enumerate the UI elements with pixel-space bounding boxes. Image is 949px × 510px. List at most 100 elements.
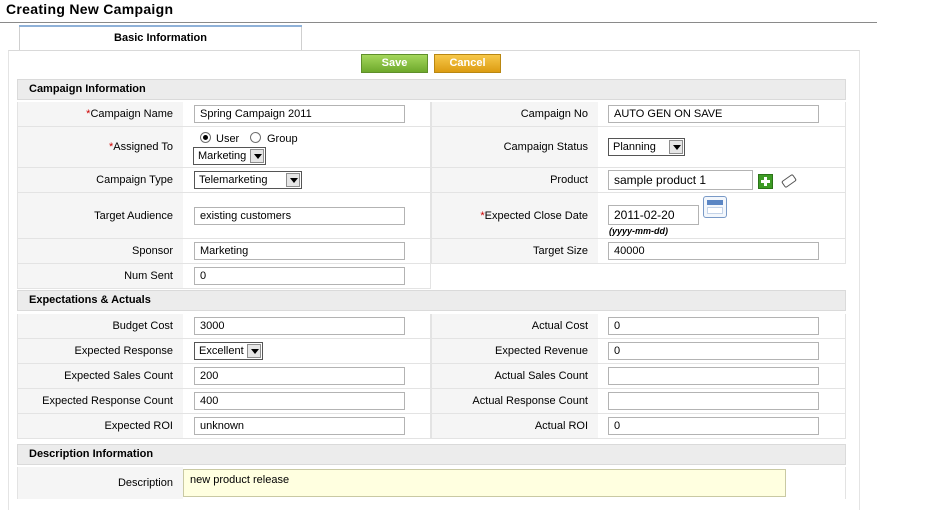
product-input[interactable] [608,170,753,190]
expected-response-cell: Excellent [183,339,431,364]
date-format-hint: (yyyy-mm-dd) [609,226,669,236]
actual-roi-label: Actual ROI [431,414,598,439]
actual-cost-label: Actual Cost [431,314,598,339]
expected-roi-label: Expected ROI [17,414,183,439]
assigned-to-label: * Assigned To [17,127,183,168]
expected-response-count-cell [183,389,431,414]
form-row: * Assigned To User Group Marketing Campai… [17,127,846,168]
num-sent-cell [183,264,431,289]
target-audience-label: Target Audience [17,193,183,239]
target-size-cell [598,239,846,264]
expected-response-label: Expected Response [17,339,183,364]
description-cell: new product release [183,467,846,499]
expected-response-select[interactable]: Excellent [194,342,263,360]
expected-response-value: Excellent [199,345,244,357]
budget-cost-label: Budget Cost [17,314,183,339]
actual-sales-count-label: Actual Sales Count [431,364,598,389]
expected-roi-cell [183,414,431,439]
actual-cost-input[interactable] [608,317,819,335]
chevron-down-icon [247,344,261,358]
assigned-group-radio[interactable] [250,132,261,143]
campaign-status-value: Planning [613,141,656,153]
campaign-type-select[interactable]: Telemarketing [194,171,302,189]
campaign-no-label: Campaign No [431,102,598,127]
campaign-type-value: Telemarketing [199,174,268,186]
form-row: Expected Response Count Actual Response … [17,389,846,414]
expected-sales-count-label: Expected Sales Count [17,364,183,389]
actual-sales-count-input[interactable] [608,367,819,385]
tab-basic-information[interactable]: Basic Information [19,25,302,51]
form-row: Expected Sales Count Actual Sales Count [17,364,846,389]
actual-roi-input[interactable] [608,417,819,435]
expected-revenue-label: Expected Revenue [431,339,598,364]
description-label: Description [17,467,183,499]
actual-response-count-cell [598,389,846,414]
campaign-no-cell [598,102,846,127]
sponsor-input[interactable] [194,242,405,260]
assigned-to-value: Marketing [198,150,247,162]
assigned-to-label-text: Assigned To [113,141,173,153]
expected-response-count-label: Expected Response Count [17,389,183,414]
expected-response-count-input[interactable] [194,392,405,410]
form-row: Campaign Type Telemarketing Product [17,168,846,193]
expected-sales-count-cell [183,364,431,389]
product-label: Product [431,168,598,193]
actual-roi-cell [598,414,846,439]
campaign-type-label: Campaign Type [17,168,183,193]
assigned-user-radio[interactable] [200,132,211,143]
expected-sales-count-input[interactable] [194,367,405,385]
actual-response-count-label: Actual Response Count [431,389,598,414]
form-row: Expected ROI Actual ROI [17,414,846,439]
campaign-type-cell: Telemarketing [183,168,431,193]
target-size-label: Target Size [431,239,598,264]
description-textarea[interactable]: new product release [183,469,786,497]
plus-icon[interactable] [758,174,773,189]
page-title: Creating New Campaign [6,1,174,17]
campaign-no-input[interactable] [608,105,819,123]
save-button[interactable]: Save [361,54,428,73]
target-size-input[interactable] [608,242,819,260]
chevron-down-icon [669,140,683,154]
cancel-button[interactable]: Cancel [434,54,501,73]
campaign-name-input[interactable] [194,105,405,123]
form-row: Budget Cost Actual Cost [17,314,846,339]
target-audience-input[interactable] [194,207,405,225]
campaign-name-label-text: Campaign Name [90,108,173,120]
actual-response-count-input[interactable] [608,392,819,410]
form-row: Num Sent [17,264,846,289]
eraser-icon[interactable] [780,173,798,189]
num-sent-input[interactable] [194,267,405,285]
expected-close-date-label-text: Expected Close Date [484,209,588,222]
form-row: Description new product release [17,467,846,499]
actual-sales-count-cell [598,364,846,389]
section-header-expectations-actuals: Expectations & Actuals [17,290,846,311]
title-divider [0,22,877,23]
sponsor-cell [183,239,431,264]
target-audience-cell [183,193,431,239]
expected-roi-input[interactable] [194,417,405,435]
section-header-description-information: Description Information [17,444,846,465]
expected-revenue-cell [598,339,846,364]
assigned-group-option-label: Group [267,133,298,145]
section-header-campaign-information: Campaign Information [17,79,846,100]
expected-close-date-input[interactable] [608,205,699,225]
expected-close-date-cell: (yyyy-mm-dd) [598,193,846,239]
product-cell [598,168,846,193]
campaign-name-cell [183,102,431,127]
campaign-status-cell: Planning [598,127,846,168]
chevron-down-icon [286,173,300,187]
form-row: *Campaign Name Campaign No [17,102,846,127]
form-row: Target Audience *Expected Close Date (yy… [17,193,846,239]
campaign-name-label: * Campaign Name [17,102,183,127]
actual-cost-cell [598,314,846,339]
assigned-to-cell: User Group Marketing [183,127,431,168]
budget-cost-input[interactable] [194,317,405,335]
form-row: Sponsor Target Size [17,239,846,264]
assigned-to-select[interactable]: Marketing [193,147,266,165]
form-row: Expected Response Excellent Expected Rev… [17,339,846,364]
calendar-icon[interactable] [703,196,727,218]
expected-revenue-input[interactable] [608,342,819,360]
campaign-status-select[interactable]: Planning [608,138,685,156]
expected-close-date-label: * Expected Close Date [431,193,598,239]
campaign-status-label: Campaign Status [431,127,598,168]
